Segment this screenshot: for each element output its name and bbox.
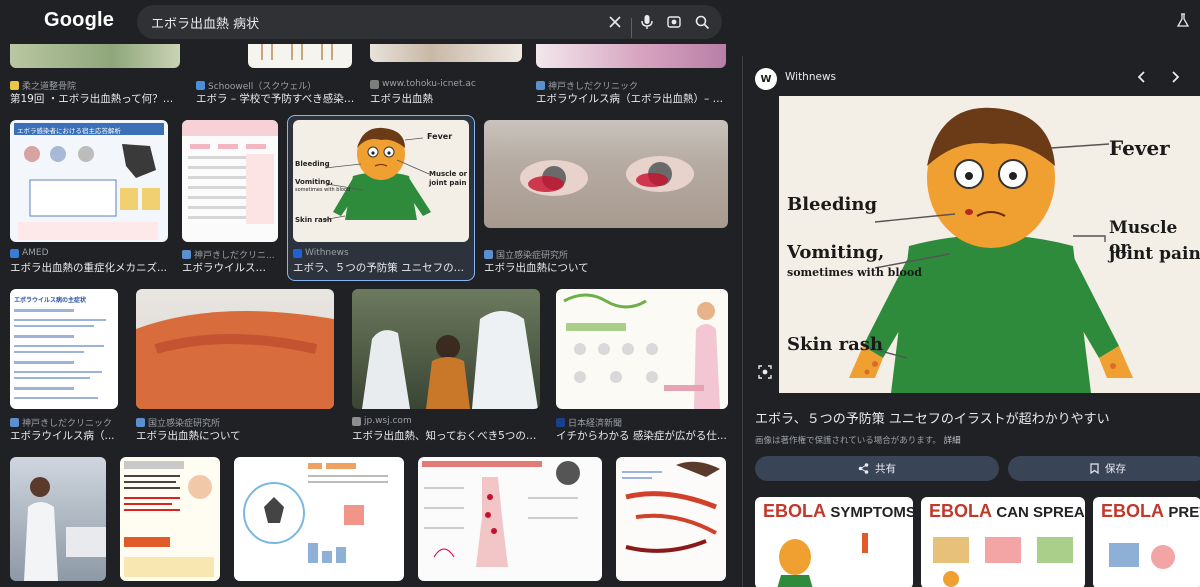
result-thumbnail[interactable] [248,44,352,68]
microphone-icon[interactable] [637,12,657,32]
next-icon[interactable] [1166,68,1184,86]
result-thumbnail[interactable] [120,457,220,581]
label-fever: Fever [1109,136,1170,160]
result-title[interactable]: エボラ、５つの予防策 ユニセフのイ... [293,260,469,275]
image-result-selected[interactable]: Fever Bleeding Vomiting, sometimes with … [293,120,469,276]
clear-icon[interactable] [605,12,625,32]
label-muscle: Muscle or [429,170,468,178]
thumb-header: エボラ感染者における宿主応答解析 [14,123,164,135]
result-thumbnail[interactable]: エボラウイルス病の主症状 [10,289,118,409]
previous-icon[interactable] [1133,68,1151,86]
lens-search-icon[interactable] [757,364,773,380]
related-image[interactable]: EBOLA PREV [1093,497,1200,587]
label-bleeding: Bleeding [787,194,878,215]
search-box[interactable]: エボラ出血熱 病状 [137,5,722,39]
image-preview-panel: W Withnews Fever Bleeding Vomiting, some… [742,56,1200,587]
publisher-logo[interactable]: W [755,68,777,90]
related-heading: EBOLA SYMPTOMS [763,501,913,521]
label-vomiting: Vomiting, [787,242,885,263]
search-icon[interactable] [692,12,712,32]
copyright-notice: 画像は著作権で保護されている場合があります。 詳細 [755,436,961,446]
google-logo[interactable]: Google [44,9,114,32]
result-thumbnail[interactable] [10,457,106,581]
image-result[interactable]: 日本経済新聞 イチからわかる 感染症が広がる仕... [556,289,728,443]
image-result[interactable]: エボラ感染者における宿主応答解析 AMED エボラ出血熱の重症化メカニズ... [10,120,168,276]
result-thumbnail[interactable] [234,457,404,581]
label-vomiting-sub: sometimes with blood [295,187,351,193]
label-vomiting: Vomiting, [295,178,333,186]
image-result[interactable]: 神戸きしだクリニ... エボラウイルス病... [182,120,278,276]
result-title[interactable]: エボラ出血熱について [484,260,724,275]
result-thumbnail[interactable] [182,120,278,242]
share-icon [858,463,869,474]
result-source: www.tohoku-icnet.ac [370,79,522,89]
search-input[interactable]: エボラ出血熱 病状 [151,13,259,32]
details-link[interactable]: 詳細 [944,436,961,446]
result-thumbnail[interactable] [484,120,728,228]
result-thumbnail[interactable]: エボラ感染者における宿主応答解析 [10,120,168,242]
save-label: 保存 [1105,463,1126,475]
image-result[interactable]: jp.wsj.com エボラ出血熱、知っておくべき5つのこ... [352,289,540,443]
image-result[interactable] [616,457,726,587]
preview-title[interactable]: エボラ、５つの予防策 ユニセフのイラストが超わかりやすい [755,408,1110,427]
search-divider [631,18,632,38]
result-title[interactable]: エボラ出血熱について [136,428,334,443]
result-title[interactable]: エボラウイルス病（エボラ出血熱）– 感... [536,91,726,106]
label-skin-rash: Skin rash [787,334,884,355]
result-title[interactable]: エボラウイルス病... [182,260,274,275]
result-thumbnail[interactable] [370,44,522,62]
image-result[interactable]: Schoowell（スクウェル） エボラ – 学校で予防すべき感染症... [196,44,356,110]
result-thumbnail[interactable] [10,44,180,68]
result-title[interactable]: イチからわかる 感染症が広がる仕... [556,428,728,443]
label-skin-rash: Skin rash [295,216,332,224]
image-result[interactable] [120,457,220,587]
thumb-header: エボラウイルス病の主症状 [14,297,87,304]
result-title[interactable]: エボラ出血熱 [370,91,522,106]
save-button[interactable]: 保存 [1008,456,1200,481]
publisher-name[interactable]: Withnews [785,71,836,83]
labs-flask-icon[interactable] [1176,12,1190,27]
image-result[interactable]: 柔之道整骨院 第19回 ・エボラ出血熱って何？｜ ... [10,44,180,110]
result-source: AMED [10,248,168,258]
top-bar: Google エボラ出血熱 病状 [0,0,1200,44]
result-source: Withnews [293,248,469,258]
result-thumbnail[interactable] [616,457,726,581]
result-thumbnail[interactable] [556,289,728,409]
image-result[interactable]: エボラウイルス病の主症状 神戸きしだクリニック エボラウイルス病（... [10,289,118,443]
image-results-grid: 柔之道整骨院 第19回 ・エボラ出血熱って何？｜ ... Schoowell（ス… [0,44,740,587]
label-joint: joint pain [1109,244,1200,264]
related-heading: EBOLA CAN SPREAD [929,501,1085,521]
result-thumbnail[interactable] [352,289,540,409]
result-title[interactable]: エボラウイルス病（... [10,428,118,443]
related-image[interactable]: EBOLA SYMPTOMS [755,497,913,587]
share-label: 共有 [875,463,896,475]
label-fever: Fever [427,132,453,141]
share-button[interactable]: 共有 [755,456,999,481]
label-vomiting-sub: sometimes with blood [787,266,922,279]
result-thumbnail[interactable]: Fever Bleeding Vomiting, sometimes with … [293,120,469,242]
result-title[interactable]: エボラ出血熱の重症化メカニズ... [10,260,168,275]
preview-image[interactable]: Fever Bleeding Vomiting, sometimes with … [779,96,1200,393]
image-result[interactable]: 神戸きしだクリニック エボラウイルス病（エボラ出血熱）– 感... [536,44,726,110]
camera-search-icon[interactable] [664,12,684,32]
image-result[interactable]: www.tohoku-icnet.ac エボラ出血熱 [370,44,522,110]
image-result[interactable] [234,457,404,587]
bookmark-icon [1090,463,1099,474]
result-thumbnail[interactable] [136,289,334,409]
image-result[interactable] [418,457,602,587]
image-result[interactable]: 国立感染症研究所 エボラ出血熱について [136,289,334,443]
result-source: jp.wsj.com [352,416,540,426]
image-result[interactable]: 国立感染症研究所 エボラ出血熱について [484,120,728,276]
result-title[interactable]: エボラ出血熱、知っておくべき5つのこ... [352,428,540,443]
related-image[interactable]: EBOLA CAN SPREAD [921,497,1085,587]
label-bleeding: Bleeding [295,160,330,168]
result-title[interactable]: 第19回 ・エボラ出血熱って何？｜ ... [10,91,180,106]
related-heading: EBOLA PREV [1101,501,1200,521]
result-title[interactable]: エボラ – 学校で予防すべき感染症... [196,91,356,106]
label-joint: joint pain [429,179,467,187]
result-thumbnail[interactable] [418,457,602,581]
result-thumbnail[interactable] [536,44,726,68]
image-result[interactable] [10,457,106,587]
